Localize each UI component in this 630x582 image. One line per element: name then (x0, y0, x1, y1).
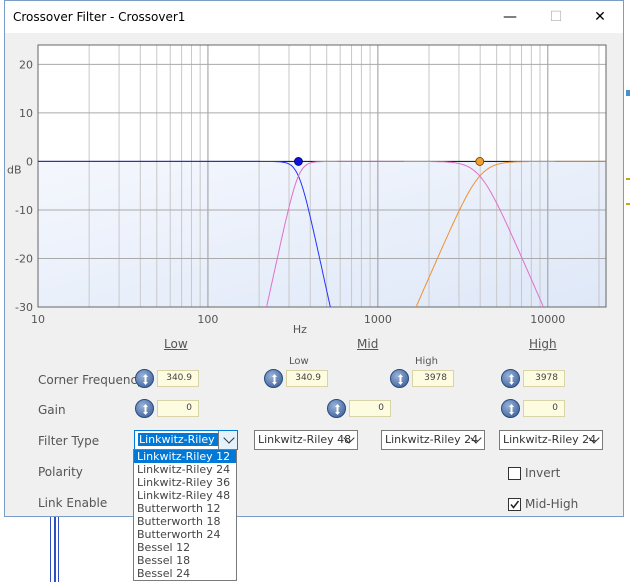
background-line (626, 178, 630, 180)
x-tick-label: 100 (197, 313, 218, 326)
high-frequency-knob[interactable] (501, 369, 520, 388)
high-crossover-marker (475, 157, 485, 166)
mid-high-frequency-knob[interactable] (390, 369, 409, 388)
low-gain-value[interactable]: 0 (157, 400, 199, 417)
mid-high-filter-type-value: Linkwitz-Riley 24 (385, 433, 479, 446)
y-tick-label: 0 (26, 155, 33, 168)
close-button[interactable]: ✕ (577, 1, 623, 33)
high-filter-type-value: Linkwitz-Riley 24 (503, 433, 597, 446)
high-frequency-value[interactable]: 3978 (523, 370, 565, 387)
y-tick-label: -20 (15, 252, 33, 265)
low-filter-type-select[interactable]: Linkwitz-Riley 48 (134, 430, 238, 450)
high-gain-knob[interactable] (501, 399, 520, 418)
polarity-label: Polarity (38, 465, 83, 479)
dropdown-option[interactable]: Bessel 18 (134, 554, 236, 567)
chevron-down-icon (588, 432, 600, 444)
background-line (54, 517, 56, 582)
chevron-down-icon (223, 432, 235, 444)
frequency-response-plot: 20 10 0 -10 -20 -30 10 100 1000 10000 dB Hz (5, 33, 623, 338)
filter-type-label: Filter Type (38, 434, 100, 448)
background-line (58, 517, 59, 582)
mid-low-filter-type-value: Linkwitz-Riley 48 (258, 433, 352, 446)
dropdown-option[interactable]: Bessel 12 (134, 541, 236, 554)
band-label-mid: Mid (357, 337, 379, 351)
low-gain-knob[interactable] (135, 399, 154, 418)
mid-high-frequency-value[interactable]: 3978 (412, 370, 454, 387)
chevron-down-icon (470, 432, 482, 444)
maximize-button[interactable]: ☐ (533, 1, 579, 33)
dropdown-option[interactable]: Butterworth 24 (134, 528, 236, 541)
high-filter-type-select[interactable]: Linkwitz-Riley 24 (499, 430, 603, 450)
x-tick-label: 10 (31, 313, 45, 326)
link-enable-label: Link Enable (38, 496, 108, 510)
mid-low-filter-type-select[interactable]: Linkwitz-Riley 48 (254, 430, 358, 450)
invert-checkbox[interactable] (508, 467, 521, 480)
mid-gain-value[interactable]: 0 (349, 400, 391, 417)
dropdown-option[interactable]: Linkwitz-Riley 36 (134, 476, 236, 489)
dropdown-option[interactable]: Butterworth 18 (134, 515, 236, 528)
background-line (626, 203, 630, 205)
mid-gain-knob[interactable] (327, 399, 346, 418)
low-crossover-marker (294, 157, 303, 166)
frequency-response-chart[interactable]: 20100-10-20-3010 100 1000 10000dBHz (5, 33, 623, 338)
title-bar[interactable]: Crossover Filter - Crossover1 — ☐ ✕ (5, 1, 623, 33)
checkmark-icon (510, 500, 520, 509)
x-tick-label: 1000 (364, 313, 392, 326)
x-axis-label: Hz (293, 323, 307, 336)
low-frequency-value[interactable]: 340.9 (157, 370, 199, 387)
mid-low-sublabel: Low (289, 356, 309, 367)
background-line (50, 517, 51, 582)
dropdown-option[interactable]: Linkwitz-Riley 48 (134, 489, 236, 502)
window-title: Crossover Filter - Crossover1 (13, 10, 186, 24)
y-axis-label: dB (7, 163, 22, 176)
y-tick-label: 10 (19, 107, 33, 120)
mid-high-sublabel: High (415, 356, 438, 367)
chevron-down-icon (343, 432, 355, 444)
filter-type-dropdown-list[interactable]: Linkwitz-Riley 12 Linkwitz-Riley 24 Linkwi… (133, 449, 237, 581)
dropdown-option[interactable]: Linkwitz-Riley 24 (134, 463, 236, 476)
gain-label: Gain (38, 403, 66, 417)
band-label-low: Low (164, 337, 188, 351)
mid-high-link-checkbox[interactable] (508, 498, 521, 511)
dropdown-option[interactable]: Bessel 24 (134, 567, 236, 580)
high-gain-value[interactable]: 0 (523, 400, 565, 417)
dropdown-option[interactable]: Butterworth 12 (134, 502, 236, 515)
band-label-high: High (529, 337, 557, 351)
mid-low-frequency-knob[interactable] (264, 369, 283, 388)
y-tick-label: 20 (19, 58, 33, 71)
mid-low-frequency-value[interactable]: 340.9 (286, 370, 328, 387)
mid-high-link-label: Mid-High (525, 497, 579, 511)
mid-high-filter-type-select[interactable]: Linkwitz-Riley 24 (381, 430, 485, 450)
background-line (626, 90, 630, 96)
corner-frequency-label: Corner Frequency (38, 373, 145, 387)
low-frequency-knob[interactable] (135, 369, 154, 388)
y-tick-label: -10 (15, 204, 33, 217)
invert-label: Invert (525, 466, 561, 480)
plot-fill (38, 161, 606, 307)
minimize-button[interactable]: — (487, 1, 533, 33)
x-tick-label: 10000 (530, 313, 565, 326)
dropdown-option[interactable]: Linkwitz-Riley 12 (134, 450, 236, 463)
crossover-filter-window: Crossover Filter - Crossover1 — ☐ ✕ 20 10… (4, 0, 624, 517)
